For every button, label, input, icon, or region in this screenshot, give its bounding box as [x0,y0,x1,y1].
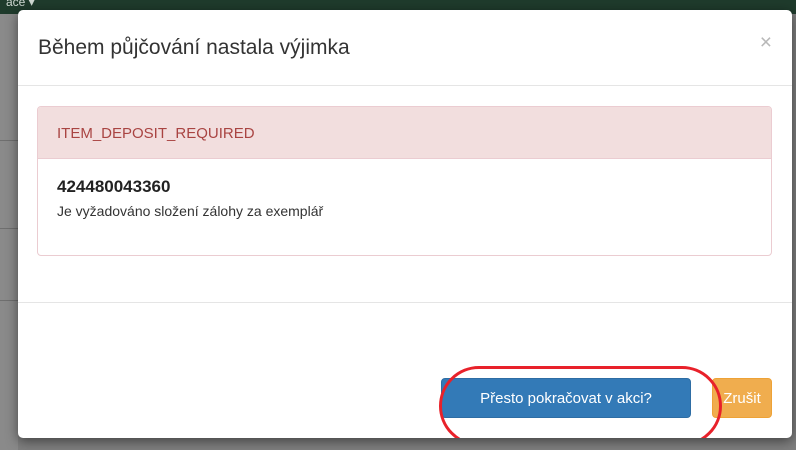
dialog-header: Během půjčování nastala výjimka × [18,10,792,86]
dialog-footer-divider [18,302,792,303]
error-message: Je vyžadováno složení zálohy za exemplář [57,203,324,219]
exception-dialog: Během půjčování nastala výjimka × ITEM_D… [18,10,792,438]
background-divider [0,300,18,301]
error-panel: ITEM_DEPOSIT_REQUIRED 424480043360 Je vy… [37,106,772,256]
cancel-button[interactable]: Zrušit [712,378,772,418]
background-page [0,14,18,450]
background-divider [0,228,18,229]
continue-anyway-button[interactable]: Přesto pokračovat v akci? [441,378,691,418]
background-nav-text: ace ▾ [6,0,35,9]
item-barcode: 424480043360 [57,177,171,196]
background-divider [0,140,18,141]
close-icon[interactable]: × [760,32,772,53]
error-panel-body: 424480043360 Je vyžadováno složení záloh… [38,159,771,219]
error-code: ITEM_DEPOSIT_REQUIRED [38,107,771,159]
dialog-title: Během půjčování nastala výjimka [38,36,350,59]
